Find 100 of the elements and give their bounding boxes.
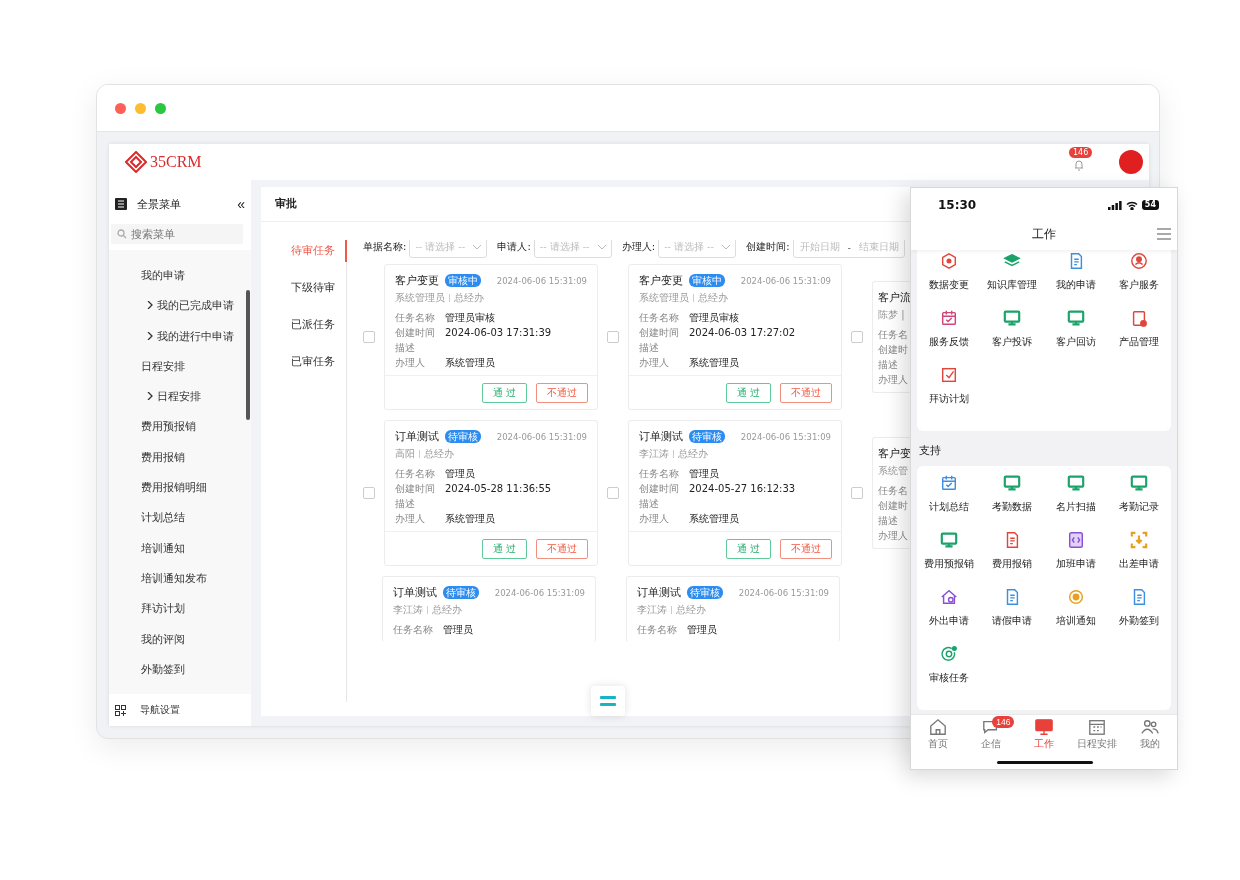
menu-icon[interactable] bbox=[115, 198, 127, 210]
field-label: 任务名称 bbox=[395, 466, 436, 481]
menu-item[interactable]: 费用报销明细 bbox=[109, 472, 246, 503]
submenu-item[interactable]: 我的进行中申请 bbox=[109, 320, 246, 351]
app-shortcut[interactable]: 数据变更 bbox=[917, 252, 981, 303]
tab-bar-item[interactable]: 企信 146 bbox=[964, 715, 1018, 753]
grid-settings-icon[interactable] bbox=[115, 704, 126, 716]
approval-card[interactable]: 客户变 系统管 任务名 创建时 描述 办理人 bbox=[872, 437, 911, 549]
approval-card[interactable]: 订单测试 待审核 2024-06-06 15:31:09 高阳 总经办 任务名称 管理员 创建时间 2024-05-28 11:36:55 描述 办理人 系统管理员 通 过 不通过 bbox=[384, 420, 598, 566]
app-shortcut[interactable]: 出差申请 bbox=[1107, 531, 1171, 582]
checkbox[interactable] bbox=[363, 331, 375, 343]
field-label: 描述 bbox=[878, 357, 898, 372]
status-badge: 审核中 bbox=[445, 274, 481, 287]
collapse-button[interactable]: « bbox=[237, 196, 245, 212]
field-label: 办理人 bbox=[639, 355, 670, 370]
app-shortcut[interactable]: 考勤记录 bbox=[1107, 474, 1171, 525]
scrollbar[interactable] bbox=[246, 290, 250, 420]
app-shortcut[interactable]: 加班申请 bbox=[1044, 531, 1108, 582]
field-label: 办理人 bbox=[639, 511, 670, 526]
tab-bar-item[interactable]: 我的 bbox=[1123, 715, 1177, 753]
menu-toggle-button[interactable] bbox=[591, 686, 625, 716]
checkbox[interactable] bbox=[607, 331, 619, 343]
dropdown-icon bbox=[473, 244, 482, 250]
shortcut-label: 外勤签到 bbox=[1119, 614, 1160, 628]
approval-card[interactable]: 订单测试 待审核 2024-06-06 15:31:09 李江涛 总经办 任务名称 管理员 bbox=[382, 576, 596, 642]
reject-button[interactable]: 不通过 bbox=[536, 383, 588, 403]
avatar[interactable] bbox=[1119, 150, 1143, 174]
app-shortcut[interactable]: 费用预报销 bbox=[917, 531, 981, 582]
shortcut-label: 培训通知 bbox=[1055, 614, 1096, 628]
menu-item[interactable]: 我的申请 bbox=[109, 260, 246, 291]
app-shortcut[interactable]: 外出申请 bbox=[917, 588, 981, 639]
submenu-item[interactable]: 日程安排 bbox=[109, 381, 246, 412]
submenu-item[interactable]: 我的已完成申请 bbox=[109, 290, 246, 321]
menu-item[interactable]: 培训通知 bbox=[109, 532, 246, 563]
minimize-window-icon[interactable] bbox=[135, 102, 146, 114]
field-label: 创建时 bbox=[878, 498, 908, 513]
menu-item[interactable]: 费用报销 bbox=[109, 441, 246, 473]
close-window-icon[interactable] bbox=[115, 102, 126, 114]
applicant-name: 系统管理员 bbox=[395, 291, 445, 305]
checkbox[interactable] bbox=[607, 487, 619, 499]
approval-card[interactable]: 客户变更 审核中 2024-06-06 15:31:09 系统管理员 总经办 任务名称 管理员审核 创建时间 2024-06-03 17:31:39 描述 办理人 系统管理员 通 过 不通过 bbox=[384, 264, 598, 410]
search-box[interactable]: 搜索菜单 bbox=[111, 224, 243, 244]
reject-button[interactable]: 不通过 bbox=[780, 383, 832, 403]
field-label: 任务名 bbox=[878, 483, 908, 498]
menu-item[interactable]: 计划总结 bbox=[109, 502, 246, 533]
app-shortcut[interactable]: 费用报销 bbox=[980, 531, 1044, 582]
field-label: 描述 bbox=[639, 340, 660, 355]
menu-item[interactable]: 我的评阅 bbox=[109, 623, 246, 654]
bell-icon[interactable] bbox=[1073, 159, 1085, 171]
shortcut-label: 审核任务 bbox=[928, 671, 969, 685]
checkbox[interactable] bbox=[363, 487, 375, 499]
applicant-name: 陈梦 | bbox=[878, 308, 905, 322]
app-shortcut[interactable]: 外勤签到 bbox=[1107, 588, 1171, 639]
applicant-name: 系统管 bbox=[878, 464, 908, 478]
tab[interactable]: 下级待审 bbox=[261, 277, 347, 299]
app-shortcut[interactable]: 服务反馈 bbox=[917, 309, 981, 360]
app-shortcut[interactable]: 客户回访 bbox=[1044, 309, 1108, 360]
menu-item[interactable]: 费用预报销 bbox=[109, 411, 246, 442]
menu-icon[interactable] bbox=[1157, 228, 1171, 240]
menu-item[interactable]: 日程安排 bbox=[109, 350, 246, 382]
app-shortcut[interactable]: 知识库管理 bbox=[980, 252, 1044, 303]
app-shortcut[interactable]: 请假申请 bbox=[980, 588, 1044, 639]
tab[interactable]: 已派任务 bbox=[261, 314, 347, 336]
approval-card[interactable]: 订单测试 待审核 2024-06-06 15:31:09 李江涛 总经办 任务名称 管理员 创建时间 2024-05-27 16:12:33 描述 办理人 系统管理员 通 过 不通过 bbox=[628, 420, 842, 566]
app-shortcut[interactable]: 客户投诉 bbox=[980, 309, 1044, 360]
app-shortcut[interactable]: 产品管理 bbox=[1107, 309, 1171, 360]
menu-item[interactable]: 拜访计划 bbox=[109, 593, 246, 624]
tab-bar-item[interactable]: 工作 bbox=[1017, 715, 1071, 753]
status-badge: 待审核 bbox=[687, 586, 723, 599]
app-shortcut[interactable]: 我的申请 bbox=[1044, 252, 1108, 303]
reject-button[interactable]: 不通过 bbox=[780, 539, 832, 559]
app-shortcut[interactable]: 计划总结 bbox=[917, 474, 981, 525]
app-shortcut[interactable]: 审核任务 bbox=[917, 645, 981, 696]
shortcut-label: 加班申请 bbox=[1055, 557, 1096, 571]
search-field[interactable]: 搜索菜单 bbox=[131, 228, 231, 240]
department-name: 总经办 bbox=[424, 447, 454, 461]
menu-item[interactable]: 外勤签到 bbox=[109, 653, 246, 685]
approval-card[interactable]: 订单测试 待审核 2024-06-06 15:31:09 李江涛 总经办 任务名称 管理员 bbox=[626, 576, 840, 642]
filter-label: 创建时间: bbox=[746, 240, 790, 254]
approval-card[interactable]: 客户变更 审核中 2024-06-06 15:31:09 系统管理员 总经办 任务名称 管理员审核 创建时间 2024-06-03 17:27:02 描述 办理人 系统管理员 通 过 不通过 bbox=[628, 264, 842, 410]
tab[interactable]: 已审任务 bbox=[261, 351, 347, 373]
unread-badge: 146 bbox=[992, 716, 1015, 728]
checkbox[interactable] bbox=[851, 331, 863, 343]
field-value: 管理员 bbox=[689, 466, 719, 481]
field-label: 任务名称 bbox=[639, 310, 680, 325]
app-shortcut[interactable]: 培训通知 bbox=[1044, 588, 1108, 639]
menu-item[interactable]: 培训通知发布 bbox=[109, 562, 246, 594]
tab-bar-item[interactable]: 日程安排 bbox=[1070, 715, 1124, 753]
checkbox[interactable] bbox=[851, 487, 863, 499]
app-shortcut[interactable]: 名片扫描 bbox=[1044, 474, 1108, 525]
app-shortcut[interactable]: 拜访计划 bbox=[917, 366, 981, 417]
tab-bar-item[interactable]: 首页 bbox=[911, 715, 965, 753]
navigation-settings-link[interactable]: 导航设置 bbox=[140, 703, 180, 717]
tab[interactable]: 待审任务 bbox=[261, 240, 347, 262]
maximize-window-icon[interactable] bbox=[155, 102, 166, 114]
app-shortcut[interactable]: 考勤数据 bbox=[980, 474, 1044, 525]
status-badge: 待审核 bbox=[689, 430, 725, 443]
approval-card[interactable]: 客户流 陈梦 | 任务名 创建时 描述 办理人 bbox=[872, 281, 911, 393]
reject-button[interactable]: 不通过 bbox=[536, 539, 588, 559]
app-shortcut[interactable]: 客户服务 bbox=[1107, 252, 1171, 303]
